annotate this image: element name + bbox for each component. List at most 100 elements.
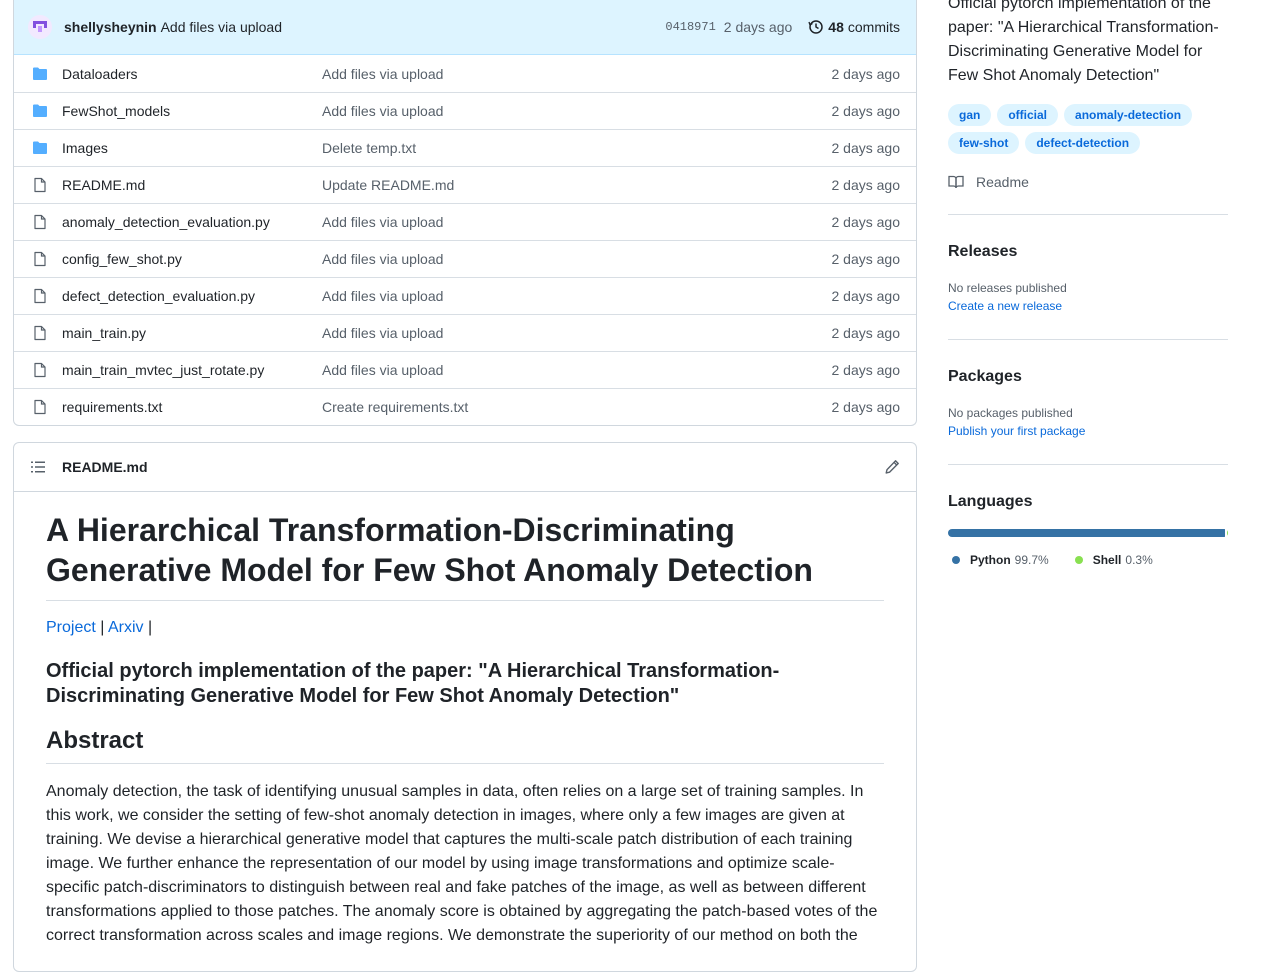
file-row[interactable]: README.md Update README.md 2 days ago [14,166,916,203]
releases-heading[interactable]: Releases [948,243,1228,261]
languages-heading: Languages [948,493,1033,510]
file-icon [34,251,46,267]
create-release-link[interactable]: Create a new release [948,297,1228,315]
file-commit-message[interactable]: Add files via upload [322,362,832,378]
commit-message[interactable]: Add files via upload [161,19,282,35]
list-unordered-icon[interactable] [30,459,46,475]
file-row[interactable]: requirements.txt Create requirements.txt 2… [14,388,916,425]
commit-author[interactable]: shellysheynin [64,19,157,35]
readme-content: A Hierarchical Transformation-Discrimina… [14,492,916,948]
history-icon [808,20,824,34]
language-bar-segment [1227,529,1228,537]
folder-icon [33,104,47,117]
file-commit-time: 2 days ago [831,362,901,378]
project-link[interactable]: Project [46,619,96,636]
folder-icon [33,141,47,154]
file-row[interactable]: Dataloaders Add files via upload 2 days ag… [14,55,916,92]
commit-meta: 0418971 2 days ago 48 commits [665,19,900,35]
file-commit-message[interactable]: Add files via upload [322,251,832,267]
file-row[interactable]: main_train_mvtec_just_rotate.py Add files… [14,351,916,388]
languages-section: Languages Python 99.7% Shell 0.3% [948,465,1228,591]
file-name[interactable]: main_train_mvtec_just_rotate.py [62,362,322,378]
pencil-icon[interactable] [884,459,900,475]
file-commit-time: 2 days ago [831,177,901,193]
file-commit-time: 2 days ago [831,399,901,415]
abstract-text: Anomaly detection, the task of identifyi… [46,783,878,944]
file-row[interactable]: FewShot_models Add files via upload 2 days… [14,92,916,129]
file-commit-time: 2 days ago [831,325,901,341]
file-row[interactable]: anomaly_detection_evaluation.py Add files… [14,203,916,240]
latest-commit-bar: shellysheynin Add files via upload 04189… [14,0,916,55]
language-name: Shell [1092,553,1122,567]
publish-package-link[interactable]: Publish your first package [948,422,1228,440]
file-name[interactable]: main_train.py [62,325,322,341]
link-separator: | [147,619,153,636]
file-name[interactable]: README.md [62,177,322,193]
readme-sidebar-label: Readme [976,174,1029,190]
file-commit-time: 2 days ago [831,140,901,156]
commits-link[interactable]: 48 commits [808,19,900,35]
language-color-dot [952,556,960,564]
language-percent: 99.7% [1014,553,1049,567]
file-commit-time: 2 days ago [831,251,901,267]
topic-tag[interactable]: defect-detection [1025,132,1141,154]
link-separator: | [100,619,105,636]
topic-tag[interactable]: few-shot [948,132,1020,154]
avatar[interactable] [28,15,52,39]
readme-panel: README.md A Hierarchical Transformation-… [13,442,917,972]
readme-subtitle: Official pytorch implementation of the p… [46,660,780,707]
file-icon [34,214,46,230]
language-name: Python [970,553,1011,567]
file-icon [34,399,46,415]
topic-tag[interactable]: official [997,104,1059,126]
abstract-heading: Abstract [46,727,884,764]
no-releases-text: No releases published [948,281,1067,295]
file-commit-message[interactable]: Add files via upload [322,214,832,230]
file-commit-message[interactable]: Add files via upload [322,325,832,341]
packages-heading[interactable]: Packages [948,368,1228,386]
file-icon [34,362,46,378]
readme-sidebar-link[interactable]: Readme [948,174,1228,190]
file-row[interactable]: main_train.py Add files via upload 2 days … [14,314,916,351]
language-bar[interactable] [948,529,1228,537]
book-icon [948,175,964,189]
readme-header: README.md [14,443,916,492]
file-row[interactable]: Images Delete temp.txt 2 days ago [14,129,916,166]
file-browser: shellysheynin Add files via upload 04189… [13,0,917,426]
file-commit-time: 2 days ago [831,288,901,304]
commit-time: 2 days ago [723,19,793,35]
folder-icon [33,67,47,80]
file-commit-message[interactable]: Create requirements.txt [322,399,832,415]
readme-links: Project | Arxiv | [46,619,884,637]
topic-tag[interactable]: gan [948,104,992,126]
commit-sha[interactable]: 0418971 [665,20,715,34]
language-item[interactable]: Python 99.7% [948,553,1049,567]
file-commit-message[interactable]: Add files via upload [322,66,832,82]
file-commit-time: 2 days ago [831,103,901,119]
releases-section: Releases No releases published Create a … [948,215,1228,339]
topic-tag[interactable]: anomaly-detection [1064,104,1193,126]
file-row[interactable]: config_few_shot.py Add files via upload 2 … [14,240,916,277]
file-commit-message[interactable]: Update README.md [322,177,832,193]
readme-filename[interactable]: README.md [62,459,148,475]
file-row[interactable]: defect_detection_evaluation.py Add files … [14,277,916,314]
file-name[interactable]: defect_detection_evaluation.py [62,288,322,304]
language-bar-segment [948,529,1226,537]
file-name[interactable]: Dataloaders [62,66,322,82]
about-description: Official pytorch implementation of the p… [948,0,1219,84]
file-name[interactable]: Images [62,140,322,156]
file-commit-message[interactable]: Add files via upload [322,288,832,304]
file-commit-message[interactable]: Add files via upload [322,103,832,119]
language-percent: 0.3% [1125,553,1153,567]
language-item[interactable]: Shell 0.3% [1071,553,1153,567]
commit-count-label: commits [847,19,900,35]
file-name[interactable]: FewShot_models [62,103,322,119]
repo-sidebar: Official pytorch implementation of the p… [948,0,1228,591]
arxiv-link[interactable]: Arxiv [108,619,144,636]
commit-count: 48 [828,19,844,35]
file-commit-message[interactable]: Delete temp.txt [322,140,832,156]
file-name[interactable]: config_few_shot.py [62,251,322,267]
language-color-dot [1074,556,1083,564]
file-name[interactable]: anomaly_detection_evaluation.py [62,214,322,230]
file-name[interactable]: requirements.txt [62,399,322,415]
